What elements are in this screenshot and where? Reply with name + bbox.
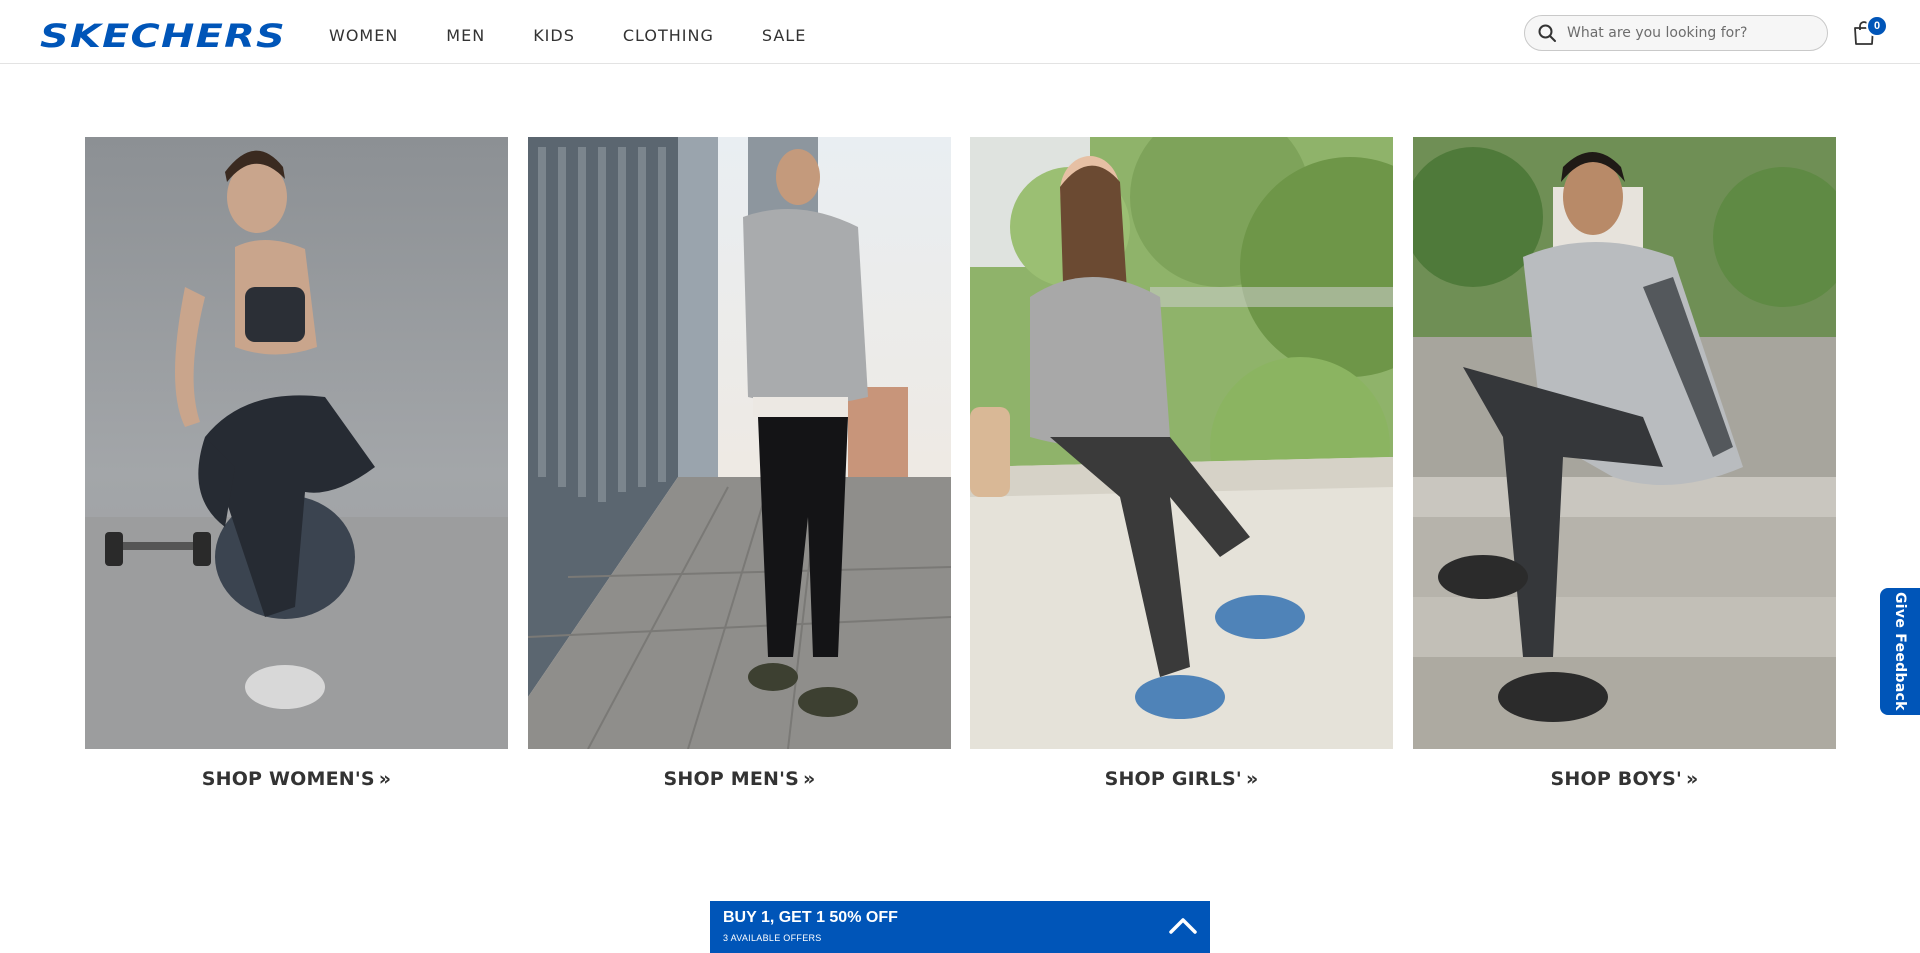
chevron-up-icon[interactable] — [1168, 913, 1198, 937]
skechers-logo-graphic: SKECHERS — [40, 17, 286, 53]
man-street-photo[interactable] — [528, 137, 951, 749]
man-street-image — [528, 137, 951, 749]
double-chevron-right-icon: » — [1245, 768, 1259, 790]
give-feedback-label: Give Feedback — [1892, 592, 1908, 711]
shop-men-label: SHOP MEN'S — [663, 768, 800, 790]
category-tile-girls: SHOP GIRLS'» — [970, 137, 1393, 790]
boy-steps-photo[interactable] — [1413, 137, 1836, 749]
nav-kids[interactable]: KIDS — [533, 26, 575, 45]
shop-women-link[interactable]: SHOP WOMEN'S» — [85, 768, 508, 790]
double-chevron-right-icon: » — [803, 768, 816, 790]
shop-girls-link[interactable]: SHOP GIRLS'» — [970, 768, 1393, 790]
site-header: SKECHERS WOMEN MEN KIDS CLOTHING SALE 0 — [0, 0, 1920, 64]
category-tile-women: SHOP WOMEN'S» — [85, 137, 508, 790]
give-feedback-tab[interactable]: Give Feedback — [1880, 588, 1920, 715]
woman-fitness-image — [85, 137, 508, 749]
nav-women[interactable]: WOMEN — [329, 26, 398, 45]
shop-boys-link[interactable]: SHOP BOYS'» — [1413, 768, 1836, 790]
search-input[interactable] — [1567, 25, 1817, 41]
girl-outdoor-photo[interactable] — [970, 137, 1393, 749]
category-tile-men: SHOP MEN'S» — [528, 137, 951, 790]
cart-count-badge: 0 — [1866, 15, 1888, 37]
shop-boys-label: SHOP BOYS' — [1550, 768, 1682, 790]
shop-women-label: SHOP WOMEN'S — [201, 768, 375, 790]
woman-fitness-photo[interactable] — [85, 137, 508, 749]
search-icon[interactable] — [1537, 23, 1557, 43]
double-chevron-right-icon: » — [378, 768, 392, 790]
boy-steps-image — [1413, 137, 1836, 749]
offer-bar[interactable]: BUY 1, GET 1 50% OFF 3 AVAILABLE OFFERS — [710, 901, 1210, 953]
main-nav: WOMEN MEN KIDS CLOTHING SALE — [329, 26, 854, 45]
offer-subtitle: 3 AVAILABLE OFFERS — [723, 933, 822, 943]
shop-girls-label: SHOP GIRLS' — [1104, 768, 1242, 790]
svg-text:SKECHERS: SKECHERS — [40, 17, 286, 53]
shop-men-link[interactable]: SHOP MEN'S» — [528, 768, 951, 790]
girl-outdoor-image — [970, 137, 1393, 749]
offer-title: BUY 1, GET 1 50% OFF — [723, 909, 898, 926]
nav-clothing[interactable]: CLOTHING — [623, 26, 714, 45]
category-tile-boys: SHOP BOYS'» — [1413, 137, 1836, 790]
nav-sale[interactable]: SALE — [762, 26, 806, 45]
nav-men[interactable]: MEN — [446, 26, 485, 45]
double-chevron-right-icon: » — [1686, 768, 1699, 790]
search-box — [1524, 15, 1828, 51]
